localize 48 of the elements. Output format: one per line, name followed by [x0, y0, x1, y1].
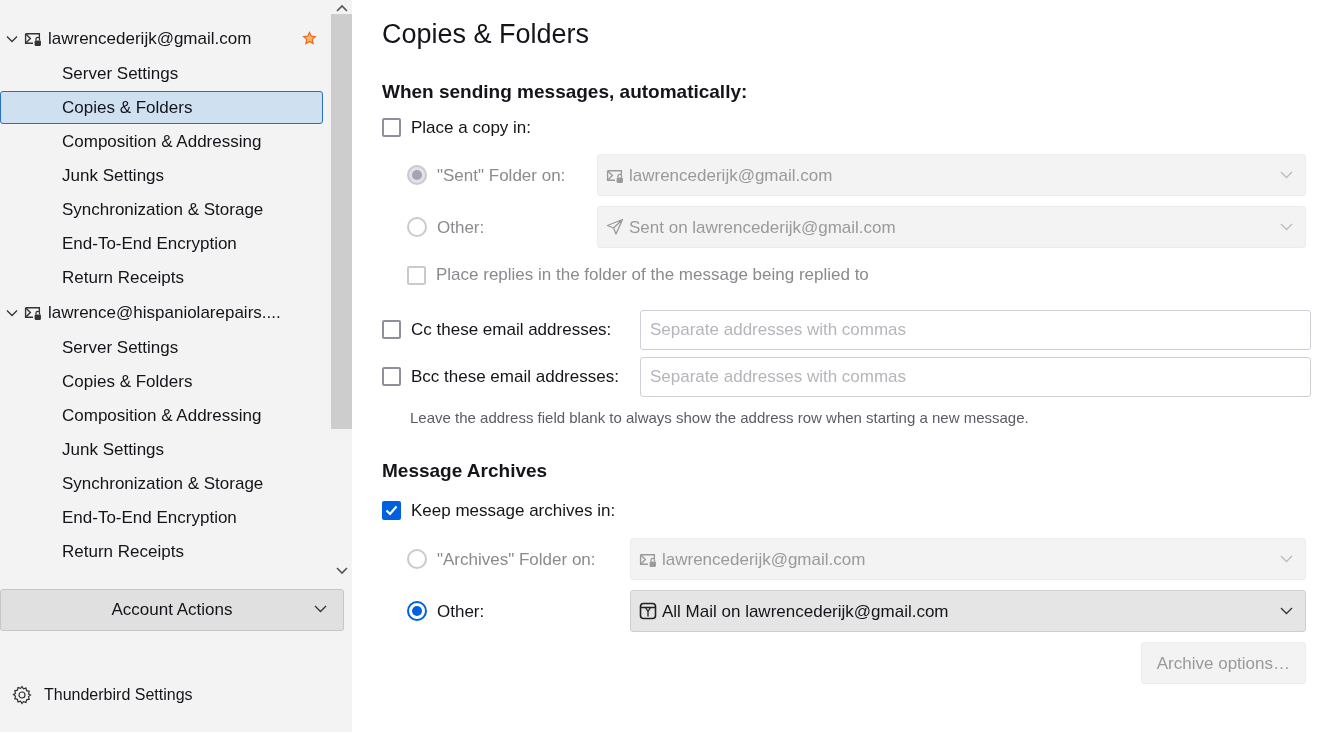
sidebar-item[interactable]: Server Settings	[0, 57, 323, 90]
sidebar-item[interactable]: Copies & Folders	[0, 365, 323, 398]
chevron-down-icon	[1280, 555, 1293, 564]
checkbox[interactable]	[382, 320, 401, 340]
checkbox[interactable]	[382, 118, 401, 138]
account-name[interactable]: lawrencederijk@gmail.com	[48, 25, 296, 52]
checkbox-label[interactable]: Cc these email addresses:	[411, 317, 640, 343]
sidebar-item[interactable]: Synchronization & Storage	[0, 193, 323, 226]
checkbox[interactable]	[382, 367, 401, 387]
sidebar-item[interactable]: Copies & Folders	[0, 91, 323, 124]
checkbox-label[interactable]: Keep message archives in:	[411, 497, 616, 524]
sidebar-item[interactable]: Composition & Addressing	[0, 399, 323, 432]
section-heading: When sending messages, automatically:	[382, 80, 749, 105]
settings-link[interactable]: Thunderbird Settings	[44, 683, 193, 707]
chevron-down-icon	[1280, 171, 1293, 180]
folder-dropdown[interactable]: All Mail on lawrencederijk@gmail.com	[630, 590, 1306, 633]
address-field[interactable]: Separate addresses with commas	[640, 356, 1311, 397]
paper-plane-icon	[606, 218, 624, 237]
sidebar-item[interactable]: End-To-End Encryption	[0, 501, 323, 534]
sidebar-item[interactable]: Server Settings	[0, 331, 323, 364]
scrollbar-thumb[interactable]	[331, 14, 352, 429]
account-actions-button[interactable]: Account Actions	[0, 589, 344, 631]
sidebar-item[interactable]: Return Receipts	[0, 261, 323, 294]
checkbox-label[interactable]: Place a copy in:	[411, 114, 531, 141]
sidebar-item[interactable]: Synchronization & Storage	[0, 467, 323, 500]
account-name[interactable]: lawrence@hispaniolarepairs....	[48, 299, 331, 326]
sidebar-item[interactable]: Junk Settings	[0, 433, 323, 466]
hint-text: Leave the address field blank to always show the address row when starting a new message.	[409, 407, 1030, 428]
chevron-down-icon	[1280, 223, 1293, 232]
mail-lock-icon	[24, 30, 42, 47]
section-heading: Message Archives	[382, 459, 549, 484]
chevron-down-icon	[1280, 607, 1293, 616]
sidebar-item[interactable]: Return Receipts	[0, 535, 323, 568]
checkbox-label[interactable]: Bcc these email addresses:	[411, 364, 640, 390]
gear-icon	[12, 685, 32, 705]
sidebar-item[interactable]: Composition & Addressing	[0, 125, 323, 158]
scroll-down-icon[interactable]	[335, 567, 348, 575]
address-field[interactable]: Separate addresses with commas	[640, 309, 1311, 350]
radio-button[interactable]	[407, 601, 427, 622]
page-title: Copies & Folders	[382, 18, 591, 51]
chevron-down-icon	[314, 605, 327, 613]
radio-label[interactable]: Other:	[437, 598, 630, 625]
scroll-up-icon[interactable]	[335, 4, 348, 12]
mail-lock-icon	[24, 304, 42, 321]
archive-box-icon	[639, 602, 657, 621]
sidebar-item[interactable]: Junk Settings	[0, 159, 323, 192]
sidebar-item[interactable]: End-To-End Encryption	[0, 227, 323, 260]
checkbox[interactable]	[382, 501, 401, 521]
